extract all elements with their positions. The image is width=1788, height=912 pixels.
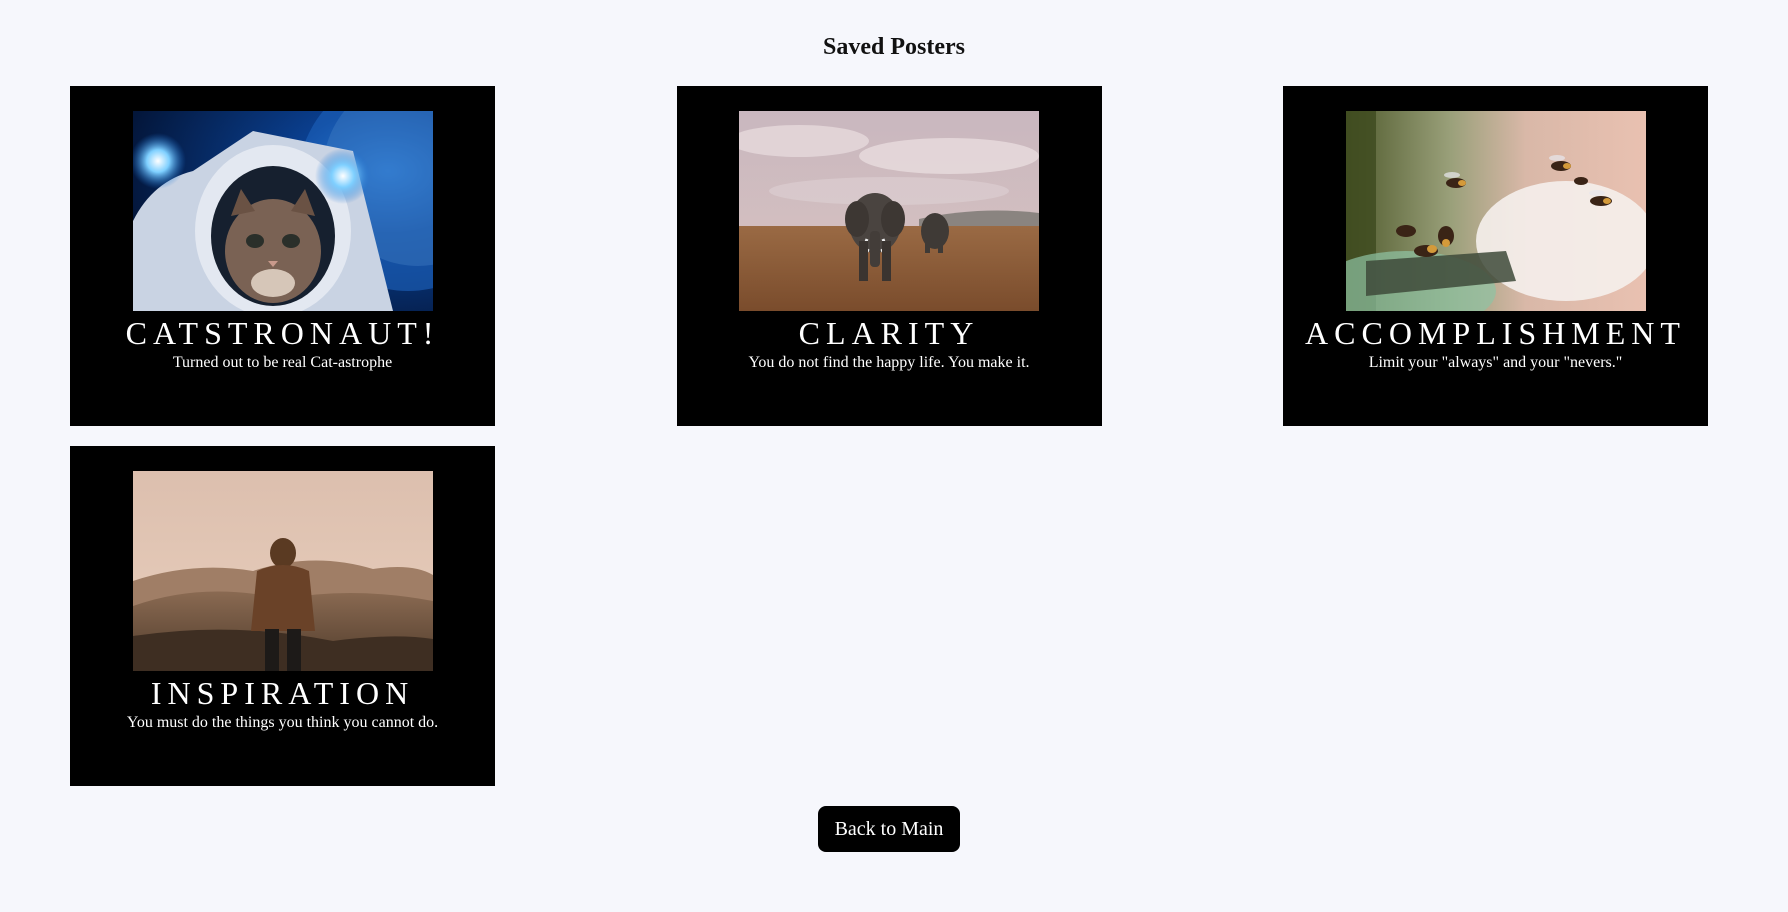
bees-image: [1345, 111, 1646, 311]
saved-posters-grid: CATSTRONAUT! Turned out to be real Cat-a…: [70, 86, 1708, 786]
saved-poster[interactable]: INSPIRATION You must do the things you t…: [70, 446, 495, 786]
saved-poster[interactable]: ACCOMPLISHMENT Limit your "always" and y…: [1283, 86, 1708, 426]
poster-quote: Turned out to be real Cat-astrophe: [172, 354, 393, 371]
elephant-image: [739, 111, 1039, 311]
poster-title: ACCOMPLISHMENT: [1305, 315, 1686, 351]
page-title: Saved Posters: [823, 34, 965, 60]
poster-title: CATSTRONAUT!: [125, 315, 440, 351]
saved-poster[interactable]: CLARITY You do not find the happy life. …: [676, 86, 1102, 426]
poster-quote: You do not find the happy life. You make…: [748, 354, 1030, 371]
poster-title: INSPIRATION: [150, 675, 415, 711]
person-mountains-image: [132, 471, 433, 671]
astronaut-cat-image: [132, 111, 433, 311]
poster-title: CLARITY: [798, 315, 980, 351]
back-to-main-button[interactable]: Back to Main: [818, 806, 960, 852]
poster-quote: Limit your "always" and your "nevers.": [1368, 354, 1623, 371]
poster-quote: You must do the things you think you can…: [126, 714, 439, 731]
saved-poster[interactable]: CATSTRONAUT! Turned out to be real Cat-a…: [70, 86, 495, 426]
